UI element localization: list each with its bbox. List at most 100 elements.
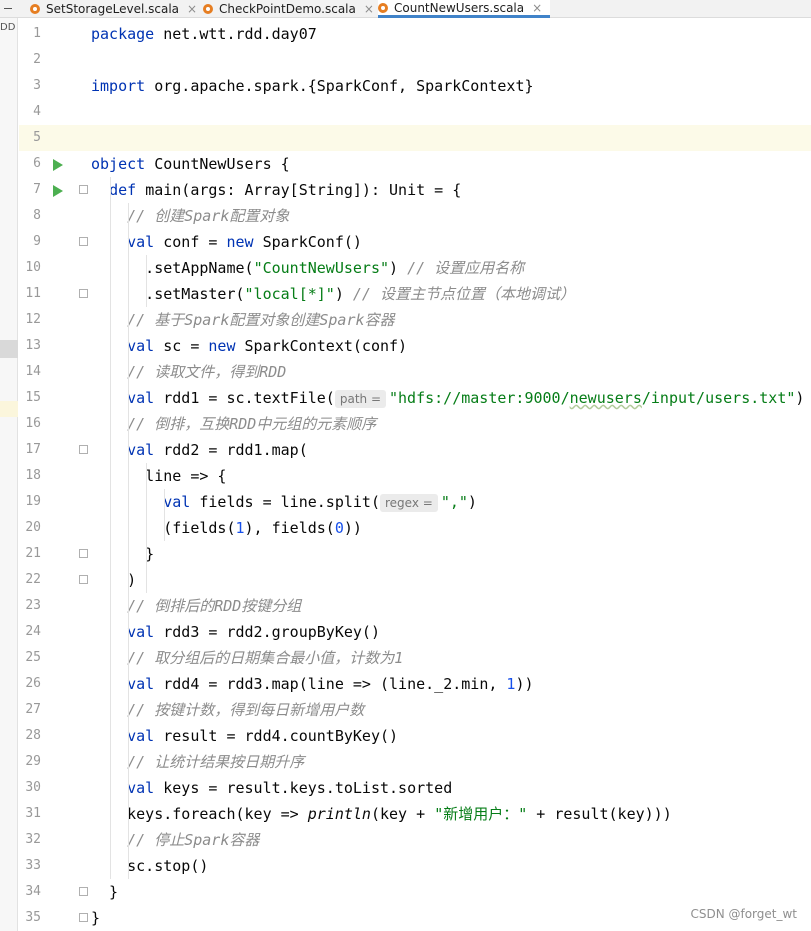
run-icon[interactable]	[53, 159, 63, 171]
code-token: "hdfs://master:9000/	[389, 389, 570, 407]
code-token: // 取分组后的日期集合最小值，计数为1	[127, 649, 404, 667]
code-text: val sc = new SparkContext(conf)	[91, 333, 407, 359]
tab-checkpointdemo[interactable]: CheckPointDemo.scala ×	[203, 0, 374, 18]
line-number: 35	[25, 910, 41, 925]
code-line[interactable]: 30 val keys = result.keys.toList.sorted	[19, 775, 811, 801]
code-text: // 停止Spark容器	[91, 827, 259, 853]
code-line[interactable]: 13 val sc = new SparkContext(conf)	[19, 333, 811, 359]
code-line[interactable]: 8 // 创建Spark配置对象	[19, 203, 811, 229]
code-line[interactable]: 28 val result = rdd4.countByKey()	[19, 723, 811, 749]
code-line[interactable]: 23 // 倒排后的RDD按键分组	[19, 593, 811, 619]
code-line[interactable]: 27 // 按键计数，得到每日新增用户数	[19, 697, 811, 723]
code-line[interactable]: 32 // 停止Spark容器	[19, 827, 811, 853]
line-number: 24	[25, 624, 41, 639]
code-line[interactable]: 33 sc.stop()	[19, 853, 811, 879]
code-line[interactable]: 6 object CountNewUsers {	[19, 151, 811, 177]
code-token: ","	[440, 493, 468, 511]
fold-icon[interactable]	[79, 445, 88, 454]
code-token: )	[467, 493, 477, 511]
code-token: def	[109, 181, 146, 199]
fold-icon[interactable]	[79, 237, 88, 246]
code-line[interactable]: 17 val rdd2 = rdd1.map(	[19, 437, 811, 463]
line-number: 3	[33, 78, 41, 93]
project-sidebar-edge[interactable]: DD	[0, 18, 18, 931]
code-line[interactable]: 21 }	[19, 541, 811, 567]
tab-label: SetStorageLevel.scala	[46, 2, 180, 16]
line-number: 23	[25, 598, 41, 613]
code-token: // 让统计结果按日期升序	[127, 753, 305, 771]
fold-icon[interactable]	[79, 549, 88, 558]
code-token: main(args: Array[String]): Unit = {	[145, 181, 462, 199]
line-number: 4	[33, 104, 41, 119]
close-icon[interactable]: ×	[187, 2, 197, 16]
code-line[interactable]: 22 )	[19, 567, 811, 593]
line-number: 26	[25, 676, 41, 691]
parameter-hint: regex =	[380, 494, 438, 512]
code-line[interactable]: 16 // 倒排，互换RDD中元组的元素顺序	[19, 411, 811, 437]
code-token: rdd2 = rdd1.map(	[163, 441, 308, 459]
code-line[interactable]: 18 line => {	[19, 463, 811, 489]
line-number: 28	[25, 728, 41, 743]
code-line[interactable]: 34 }	[19, 879, 811, 905]
close-icon[interactable]: ×	[532, 1, 542, 15]
code-token: keys = result.keys.toList.sorted	[163, 779, 453, 797]
line-number: 19	[25, 494, 41, 509]
code-line[interactable]: 19 val fields = line.split(regex = ",")	[19, 489, 811, 515]
fold-icon[interactable]	[79, 887, 88, 896]
fold-icon[interactable]	[79, 913, 88, 922]
code-line[interactable]: 31 keys.foreach(key => println(key + "新增…	[19, 801, 811, 827]
code-token: }	[91, 909, 101, 927]
line-number: 15	[25, 390, 41, 405]
code-line[interactable]: 10 .setAppName("CountNewUsers") // 设置应用名…	[19, 255, 811, 281]
code-line[interactable]: 7 def main(args: Array[String]): Unit = …	[19, 177, 811, 203]
close-icon[interactable]: ×	[364, 2, 374, 16]
tab-countnewusers[interactable]: CountNewUsers.scala ×	[378, 0, 550, 18]
line-number: 14	[25, 364, 41, 379]
code-token: )	[795, 389, 805, 407]
code-line[interactable]: 9 val conf = new SparkConf()	[19, 229, 811, 255]
code-line[interactable]: 11 .setMaster("local[*]") // 设置主节点位置（本地调…	[19, 281, 811, 307]
code-line[interactable]: 2	[19, 47, 811, 73]
code-line[interactable]: 24 val rdd3 = rdd2.groupByKey()	[19, 619, 811, 645]
indent-guide	[128, 203, 129, 879]
code-line[interactable]: 14 // 读取文件，得到RDD	[19, 359, 811, 385]
code-token: new	[208, 337, 245, 355]
code-token: SparkConf()	[262, 233, 362, 251]
fold-icon[interactable]	[79, 185, 88, 194]
code-text: // 按键计数，得到每日新增用户数	[91, 697, 364, 723]
code-line[interactable]: 29 // 让统计结果按日期升序	[19, 749, 811, 775]
code-line[interactable]: 26 val rdd4 = rdd3.map(line => (line._2.…	[19, 671, 811, 697]
code-token: rdd4 = rdd3.map(line => (line._2.min,	[163, 675, 507, 693]
code-token: val	[127, 779, 164, 797]
code-token: line => {	[91, 467, 227, 485]
code-token: // 停止Spark容器	[127, 831, 260, 849]
code-token: println	[307, 805, 371, 823]
code-token: // 读取文件，得到RDD	[127, 363, 287, 381]
code-text: // 倒排后的RDD按键分组	[91, 593, 301, 619]
code-line[interactable]: 3 import org.apache.spark.{SparkConf, Spa…	[19, 73, 811, 99]
tab-scroll-indicator[interactable]	[0, 0, 18, 18]
code-token: val	[127, 233, 164, 251]
code-editor[interactable]: 1 package net.wtt.rdd.day07 2 3 import org.a…	[19, 18, 811, 931]
code-token: "CountNewUsers"	[253, 259, 390, 277]
tab-setstoragelevel[interactable]: SetStorageLevel.scala ×	[30, 0, 200, 18]
code-line[interactable]: 1 package net.wtt.rdd.day07	[19, 21, 811, 47]
code-token: // 倒排后的RDD按键分组	[127, 597, 302, 615]
code-line[interactable]: 5	[19, 125, 811, 151]
fold-icon[interactable]	[79, 575, 88, 584]
code-token: // 基于Spark配置对象创建Spark容器	[127, 311, 395, 329]
code-line[interactable]: 12 // 基于Spark配置对象创建Spark容器	[19, 307, 811, 333]
tab-label: CountNewUsers.scala	[394, 0, 525, 15]
code-line[interactable]: 15 val rdd1 = sc.textFile(path = "hdfs://…	[19, 385, 811, 411]
run-icon[interactable]	[53, 185, 63, 197]
line-number: 12	[25, 312, 41, 327]
code-line[interactable]: 20 (fields(1), fields(0))	[19, 515, 811, 541]
code-line[interactable]: 4	[19, 99, 811, 125]
fold-icon[interactable]	[79, 289, 88, 298]
code-line[interactable]: 25 // 取分组后的日期集合最小值，计数为1	[19, 645, 811, 671]
code-token: ))	[343, 519, 362, 537]
code-token: )	[91, 571, 137, 589]
code-text: // 让统计结果按日期升序	[91, 749, 304, 775]
code-text: val fields = line.split(regex = ",")	[91, 489, 477, 515]
line-number: 11	[25, 286, 41, 301]
